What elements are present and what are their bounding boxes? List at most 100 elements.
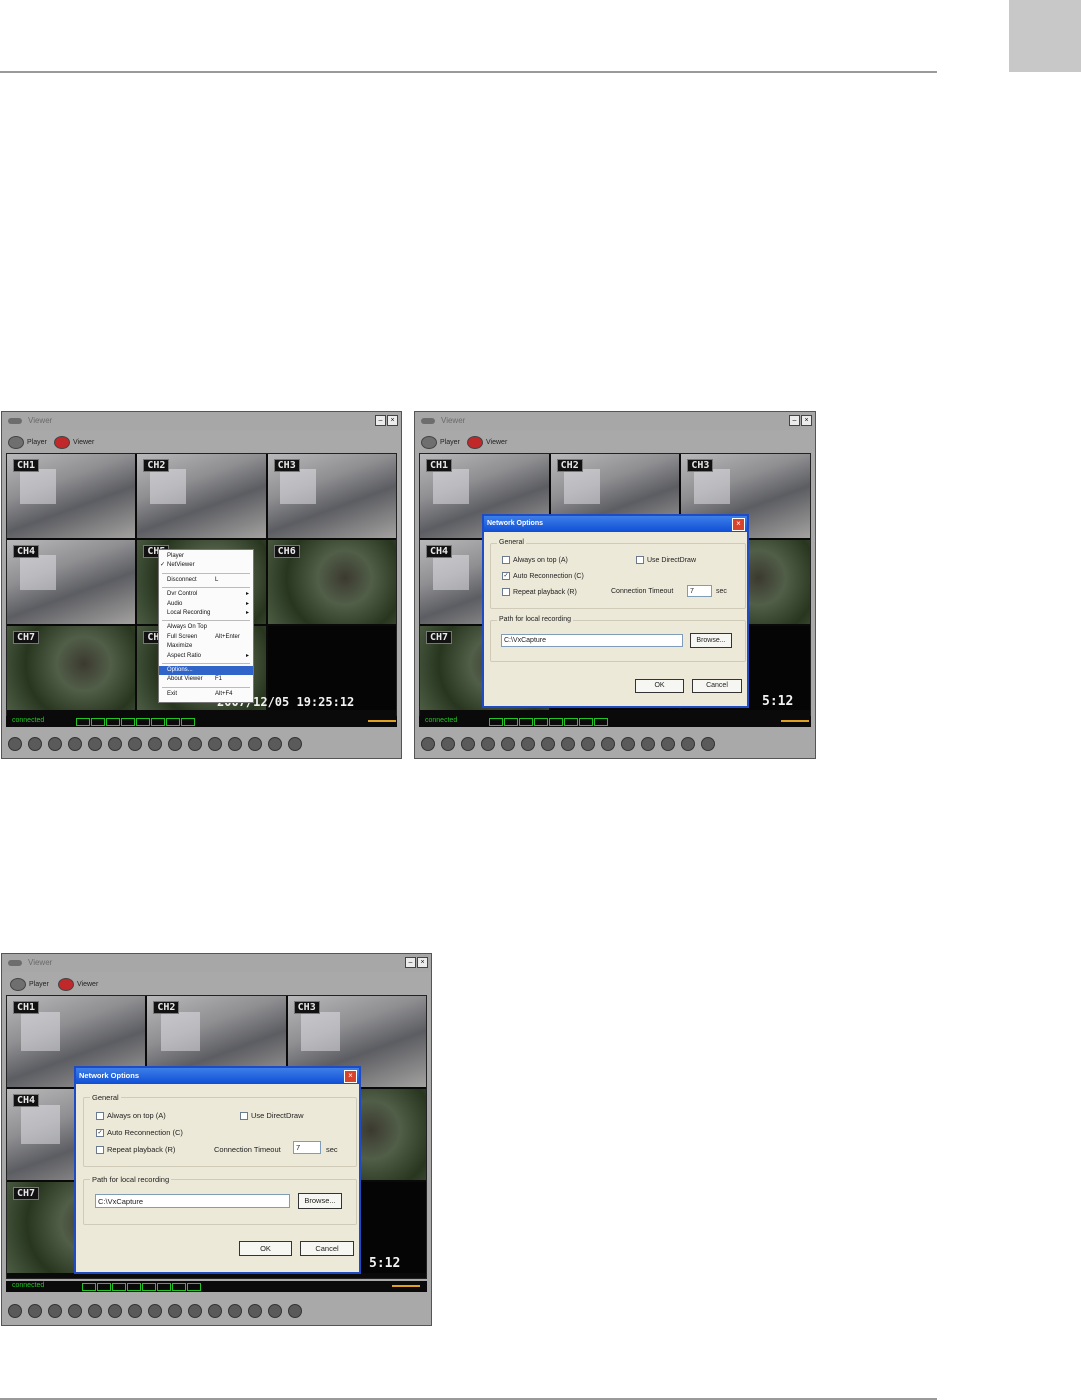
repeat-playback-checkbox[interactable]: Repeat playback (R) bbox=[502, 588, 577, 596]
volume-slider[interactable] bbox=[392, 1285, 420, 1287]
checkbox[interactable] bbox=[502, 556, 510, 564]
menu-item-audio[interactable]: Audio ▸ bbox=[159, 600, 253, 609]
viewer-mode-button[interactable]: Viewer bbox=[54, 436, 94, 449]
menu-item-full-screen[interactable]: Full Screen Alt+Enter bbox=[159, 633, 253, 642]
playback-control-icon[interactable] bbox=[48, 1304, 62, 1318]
viewer-mode-button[interactable]: Viewer bbox=[467, 436, 507, 449]
player-mode-button[interactable]: Player bbox=[421, 436, 460, 449]
ptz-arrow-icon[interactable] bbox=[208, 1304, 222, 1318]
browse-button[interactable]: Browse... bbox=[298, 1193, 342, 1209]
menu-item-netviewer[interactable]: ✓ NetViewer bbox=[159, 561, 253, 570]
playback-control-icon[interactable] bbox=[541, 737, 555, 751]
zoom-icon[interactable] bbox=[681, 737, 695, 751]
channel-select-buttons[interactable] bbox=[489, 718, 608, 726]
connection-timeout-input[interactable]: 7 bbox=[293, 1141, 321, 1154]
ok-button[interactable]: OK bbox=[635, 679, 684, 693]
ptz-arrow-icon[interactable] bbox=[621, 737, 635, 751]
channel-tile[interactable]: CH1 bbox=[7, 454, 136, 538]
menu-icon[interactable] bbox=[661, 737, 675, 751]
playback-control-icon[interactable] bbox=[48, 737, 62, 751]
menu-item-aspect-ratio[interactable]: Aspect Ratio ▸ bbox=[159, 652, 253, 661]
minimize-icon[interactable]: – bbox=[375, 415, 386, 426]
ptz-arrow-icon[interactable] bbox=[148, 737, 162, 751]
close-icon[interactable]: × bbox=[344, 1070, 357, 1083]
checkbox[interactable] bbox=[636, 556, 644, 564]
playback-control-icon[interactable] bbox=[108, 1304, 122, 1318]
volume-slider[interactable] bbox=[781, 720, 809, 722]
menu-item-dvr-control[interactable]: Dvr Control ▸ bbox=[159, 590, 253, 599]
channel-tile[interactable]: CH7 bbox=[7, 626, 136, 710]
channel-tile[interactable]: CH2 bbox=[137, 454, 266, 538]
ptz-arrow-icon[interactable] bbox=[581, 737, 595, 751]
playback-control-icon[interactable] bbox=[28, 1304, 42, 1318]
playback-control-icon[interactable] bbox=[128, 1304, 142, 1318]
menu-item-maximize[interactable]: Maximize bbox=[159, 642, 253, 651]
menu-item-always-on-top[interactable]: Always On Top bbox=[159, 623, 253, 632]
browse-button[interactable]: Browse... bbox=[690, 633, 732, 648]
auto-reconnection-checkbox[interactable]: ✓ Auto Reconnection (C) bbox=[96, 1128, 183, 1137]
checkbox[interactable] bbox=[96, 1111, 104, 1120]
menu-item-player[interactable]: Player bbox=[159, 552, 253, 561]
ok-button[interactable]: OK bbox=[239, 1241, 292, 1256]
ptz-arrow-icon[interactable] bbox=[601, 737, 615, 751]
playback-control-icon[interactable] bbox=[501, 737, 515, 751]
auto-reconnection-checkbox[interactable]: ✓ Auto Reconnection (C) bbox=[502, 572, 584, 580]
checkbox[interactable] bbox=[502, 588, 510, 596]
playback-control-icon[interactable] bbox=[8, 1304, 22, 1318]
checkbox[interactable] bbox=[96, 1145, 104, 1154]
playback-control-icon[interactable] bbox=[108, 737, 122, 751]
ptz-arrow-icon[interactable] bbox=[168, 1304, 182, 1318]
close-icon[interactable]: × bbox=[801, 415, 812, 426]
ptz-arrow-icon[interactable] bbox=[641, 737, 655, 751]
menu-icon[interactable] bbox=[248, 737, 262, 751]
minimize-icon[interactable]: – bbox=[789, 415, 800, 426]
always-on-top-checkbox[interactable]: Always on top (A) bbox=[502, 556, 568, 564]
playback-control-icon[interactable] bbox=[421, 737, 435, 751]
path-input[interactable]: C:\VxCapture bbox=[501, 634, 683, 647]
playback-control-icon[interactable] bbox=[8, 737, 22, 751]
playback-control-icon[interactable] bbox=[68, 1304, 82, 1318]
menu-item-about-viewer[interactable]: About Viewer F1 bbox=[159, 675, 253, 684]
ptz-arrow-icon[interactable] bbox=[561, 737, 575, 751]
volume-slider[interactable] bbox=[368, 720, 396, 722]
checkbox[interactable]: ✓ bbox=[502, 572, 510, 580]
always-on-top-checkbox[interactable]: Always on top (A) bbox=[96, 1111, 166, 1120]
ptz-icon[interactable] bbox=[288, 737, 302, 751]
checkbox[interactable] bbox=[240, 1111, 248, 1120]
ptz-arrow-icon[interactable] bbox=[188, 1304, 202, 1318]
menu-item-options[interactable]: Options... bbox=[159, 665, 253, 676]
zoom-icon[interactable] bbox=[268, 1304, 282, 1318]
viewer-mode-button[interactable]: Viewer bbox=[58, 978, 98, 991]
channel-select-buttons[interactable] bbox=[82, 1283, 201, 1291]
minimize-icon[interactable]: – bbox=[405, 957, 416, 968]
ptz-arrow-icon[interactable] bbox=[148, 1304, 162, 1318]
cancel-button[interactable]: Cancel bbox=[300, 1241, 354, 1256]
player-mode-button[interactable]: Player bbox=[10, 978, 49, 991]
ptz-arrow-icon[interactable] bbox=[208, 737, 222, 751]
close-icon[interactable]: × bbox=[732, 518, 745, 531]
playback-control-icon[interactable] bbox=[68, 737, 82, 751]
menu-item-local-recording[interactable]: Local Recording ▸ bbox=[159, 609, 253, 618]
close-icon[interactable]: × bbox=[387, 415, 398, 426]
playback-control-icon[interactable] bbox=[88, 1304, 102, 1318]
menu-icon[interactable] bbox=[248, 1304, 262, 1318]
repeat-playback-checkbox[interactable]: Repeat playback (R) bbox=[96, 1145, 175, 1154]
channel-tile[interactable]: CH6 bbox=[267, 540, 396, 624]
checkbox[interactable]: ✓ bbox=[96, 1128, 104, 1137]
channel-tile[interactable]: CH3 bbox=[267, 454, 396, 538]
playback-control-icon[interactable] bbox=[481, 737, 495, 751]
player-mode-button[interactable]: Player bbox=[8, 436, 47, 449]
channel-select-buttons[interactable] bbox=[76, 718, 195, 726]
ptz-arrow-icon[interactable] bbox=[168, 737, 182, 751]
channel-tile[interactable]: CH4 bbox=[7, 540, 136, 624]
connection-timeout-input[interactable]: 7 bbox=[687, 585, 712, 597]
ptz-icon[interactable] bbox=[288, 1304, 302, 1318]
use-directdraw-checkbox[interactable]: Use DirectDraw bbox=[636, 556, 696, 564]
ptz-icon[interactable] bbox=[701, 737, 715, 751]
playback-control-icon[interactable] bbox=[88, 737, 102, 751]
close-icon[interactable]: × bbox=[417, 957, 428, 968]
menu-item-disconnect[interactable]: Disconnect L bbox=[159, 576, 253, 585]
use-directdraw-checkbox[interactable]: Use DirectDraw bbox=[240, 1111, 304, 1120]
menu-item-exit[interactable]: Exit Alt+F4 bbox=[159, 690, 253, 699]
cancel-button[interactable]: Cancel bbox=[692, 679, 742, 693]
